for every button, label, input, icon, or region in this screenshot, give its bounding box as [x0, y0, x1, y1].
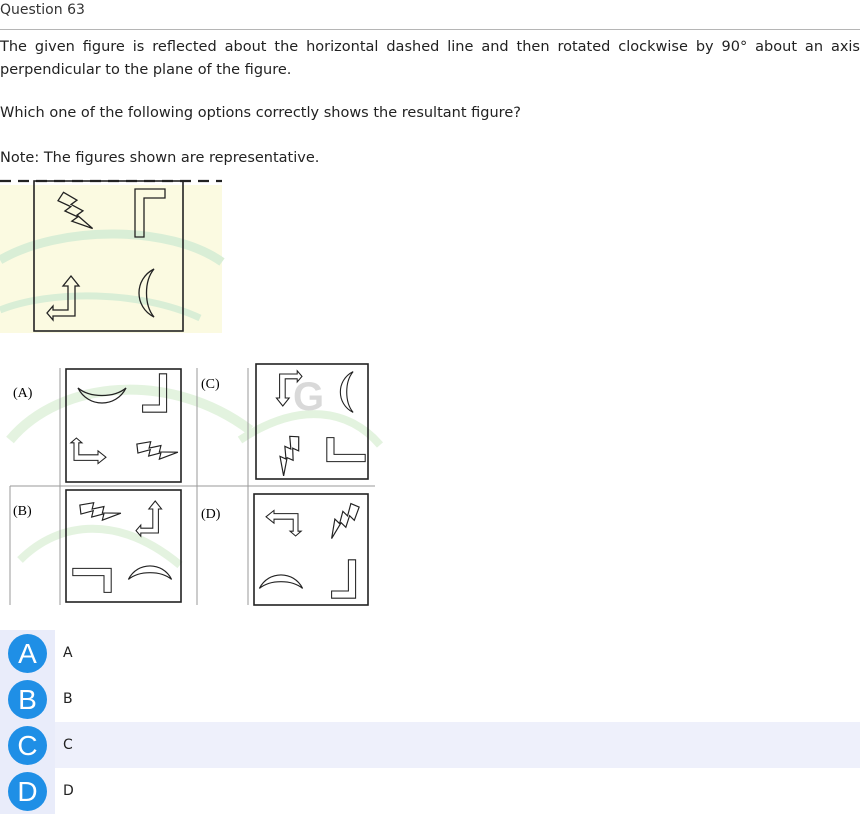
lightning-bolt-icon: [267, 431, 310, 477]
l-shape-icon: [326, 437, 366, 463]
option-c-text[interactable]: C: [63, 737, 73, 753]
option-d-figure-box: [253, 493, 369, 606]
hook-arrow-icon: [70, 437, 107, 465]
lightning-bolt-icon: [320, 500, 367, 540]
option-d-badge[interactable]: D: [8, 772, 47, 811]
option-a-badge[interactable]: A: [8, 634, 47, 673]
option-c-label: (C): [201, 377, 220, 392]
option-a-text[interactable]: A: [63, 645, 73, 661]
crescent-icon: [339, 371, 354, 413]
question-figures: G (A) (B) (C) (D): [0, 179, 384, 606]
option-b-label: (B): [13, 504, 32, 519]
option-a-label: (A): [13, 386, 33, 401]
option-b-figure-box: [65, 489, 182, 603]
option-d-text[interactable]: D: [63, 783, 74, 799]
answer-option-a[interactable]: A A: [0, 630, 860, 676]
answer-option-b[interactable]: B B: [0, 676, 860, 722]
answer-option-c[interactable]: C C: [0, 722, 860, 768]
hook-arrow-icon: [265, 509, 302, 537]
option-b-text[interactable]: B: [63, 691, 73, 707]
l-shape-icon: [72, 567, 112, 593]
answer-option-d[interactable]: D D: [0, 768, 860, 814]
hook-arrow-icon: [135, 500, 163, 537]
option-b-badge[interactable]: B: [8, 680, 47, 719]
lightning-bolt-icon: [132, 431, 179, 471]
option-d-label: (D): [201, 507, 221, 522]
l-shape-icon: [331, 559, 357, 599]
crescent-icon: [258, 574, 304, 589]
crescent-icon: [127, 565, 173, 580]
option-c-badge[interactable]: C: [8, 726, 47, 765]
